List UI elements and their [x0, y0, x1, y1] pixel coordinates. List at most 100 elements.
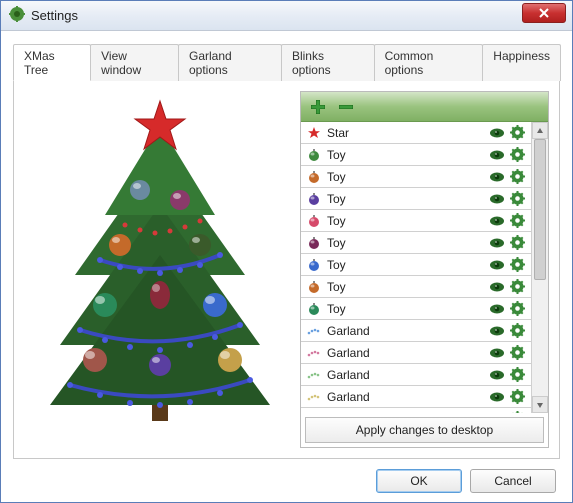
apply-changes-label: Apply changes to desktop: [356, 423, 493, 437]
list-item-label: Toy: [327, 280, 487, 294]
list-item-label: Garland: [327, 412, 487, 414]
ball-icon: [305, 170, 323, 184]
list-item-label: Toy: [327, 236, 487, 250]
ok-label: OK: [410, 474, 427, 488]
item-settings-button[interactable]: [507, 411, 527, 413]
item-settings-button[interactable]: [507, 345, 527, 360]
visibility-toggle[interactable]: [487, 171, 507, 183]
item-settings-button[interactable]: [507, 191, 527, 206]
list-item-label: Garland: [327, 368, 487, 382]
item-settings-button[interactable]: [507, 257, 527, 272]
visibility-toggle[interactable]: [487, 325, 507, 337]
tab-garland-options[interactable]: Garland options: [178, 44, 282, 81]
garland-icon: [305, 390, 323, 404]
ball-icon: [305, 192, 323, 206]
apply-changes-button[interactable]: Apply changes to desktop: [305, 417, 544, 443]
garland-icon: [305, 324, 323, 338]
add-button[interactable]: [307, 96, 329, 118]
ball-icon: [305, 302, 323, 316]
ornament-list-panel: Star Toy Toy Toy Toy Toy Toy Toy Toy Garland Garla…: [300, 91, 549, 448]
titlebar: Settings: [1, 1, 572, 31]
list-item-label: Toy: [327, 258, 487, 272]
tab-common-options[interactable]: Common options: [374, 44, 484, 81]
list-item[interactable]: Garland: [301, 364, 531, 386]
item-settings-button[interactable]: [507, 213, 527, 228]
item-settings-button[interactable]: [507, 389, 527, 404]
visibility-toggle[interactable]: [487, 127, 507, 139]
tab-view-window[interactable]: View window: [90, 44, 179, 81]
item-settings-button[interactable]: [507, 279, 527, 294]
visibility-toggle[interactable]: [487, 215, 507, 227]
visibility-toggle[interactable]: [487, 193, 507, 205]
list-item-label: Garland: [327, 390, 487, 404]
scroll-thumb[interactable]: [534, 139, 546, 280]
visibility-toggle[interactable]: [487, 303, 507, 315]
item-settings-button[interactable]: [507, 235, 527, 250]
list-item-label: Toy: [327, 170, 487, 184]
garland-icon: [305, 346, 323, 360]
tab-bar: XMas TreeView windowGarland optionsBlink…: [13, 43, 560, 81]
scroll-down-button[interactable]: [532, 396, 548, 413]
scroll-up-button[interactable]: [532, 122, 548, 139]
ball-icon: [305, 214, 323, 228]
list-item[interactable]: Star: [301, 122, 531, 144]
window-title: Settings: [31, 8, 566, 23]
visibility-toggle[interactable]: [487, 369, 507, 381]
list-item[interactable]: Toy: [301, 298, 531, 320]
cancel-label: Cancel: [494, 474, 531, 488]
visibility-toggle[interactable]: [487, 347, 507, 359]
list-item-label: Toy: [327, 214, 487, 228]
list-item-label: Toy: [327, 302, 487, 316]
garland-icon: [305, 412, 323, 414]
list-item-label: Garland: [327, 324, 487, 338]
visibility-toggle[interactable]: [487, 237, 507, 249]
garland-icon: [305, 368, 323, 382]
scroll-track[interactable]: [532, 139, 548, 396]
list-item[interactable]: Garland: [301, 386, 531, 408]
tab-xmas-tree[interactable]: XMas Tree: [13, 44, 91, 81]
list-item[interactable]: Garland: [301, 320, 531, 342]
list-item-label: Toy: [327, 192, 487, 206]
ball-icon: [305, 236, 323, 250]
list-item[interactable]: Toy: [301, 254, 531, 276]
app-gear-icon: [9, 6, 25, 25]
visibility-toggle[interactable]: [487, 391, 507, 403]
visibility-toggle[interactable]: [487, 413, 507, 414]
item-settings-button[interactable]: [507, 125, 527, 140]
item-settings-button[interactable]: [507, 367, 527, 382]
tab-blinks-options[interactable]: Blinks options: [281, 44, 375, 81]
list-scrollbar[interactable]: [531, 122, 548, 413]
star-icon: [305, 126, 323, 140]
ball-icon: [305, 280, 323, 294]
list-item[interactable]: Toy: [301, 166, 531, 188]
item-settings-button[interactable]: [507, 301, 527, 316]
dialog-footer: OK Cancel: [13, 459, 560, 493]
list-item[interactable]: Toy: [301, 210, 531, 232]
list-item[interactable]: Garland: [301, 408, 531, 413]
cancel-button[interactable]: Cancel: [470, 469, 556, 493]
list-item-label: Star: [327, 126, 487, 140]
visibility-toggle[interactable]: [487, 281, 507, 293]
visibility-toggle[interactable]: [487, 259, 507, 271]
list-item-label: Garland: [327, 346, 487, 360]
list-toolbar: [301, 92, 548, 122]
ornament-list: Star Toy Toy Toy Toy Toy Toy Toy Toy Garland Garla…: [301, 122, 531, 413]
tree-preview: [24, 91, 296, 448]
ball-icon: [305, 148, 323, 162]
list-item[interactable]: Toy: [301, 188, 531, 210]
tab-panel-xmas-tree: Star Toy Toy Toy Toy Toy Toy Toy Toy Garland Garla…: [13, 81, 560, 459]
item-settings-button[interactable]: [507, 323, 527, 338]
remove-button[interactable]: [335, 96, 357, 118]
list-item[interactable]: Garland: [301, 342, 531, 364]
list-item[interactable]: Toy: [301, 232, 531, 254]
ok-button[interactable]: OK: [376, 469, 462, 493]
item-settings-button[interactable]: [507, 147, 527, 162]
ball-icon: [305, 258, 323, 272]
visibility-toggle[interactable]: [487, 149, 507, 161]
list-item-label: Toy: [327, 148, 487, 162]
tab-happiness[interactable]: Happiness: [482, 44, 561, 81]
close-button[interactable]: [522, 3, 566, 23]
item-settings-button[interactable]: [507, 169, 527, 184]
list-item[interactable]: Toy: [301, 144, 531, 166]
list-item[interactable]: Toy: [301, 276, 531, 298]
